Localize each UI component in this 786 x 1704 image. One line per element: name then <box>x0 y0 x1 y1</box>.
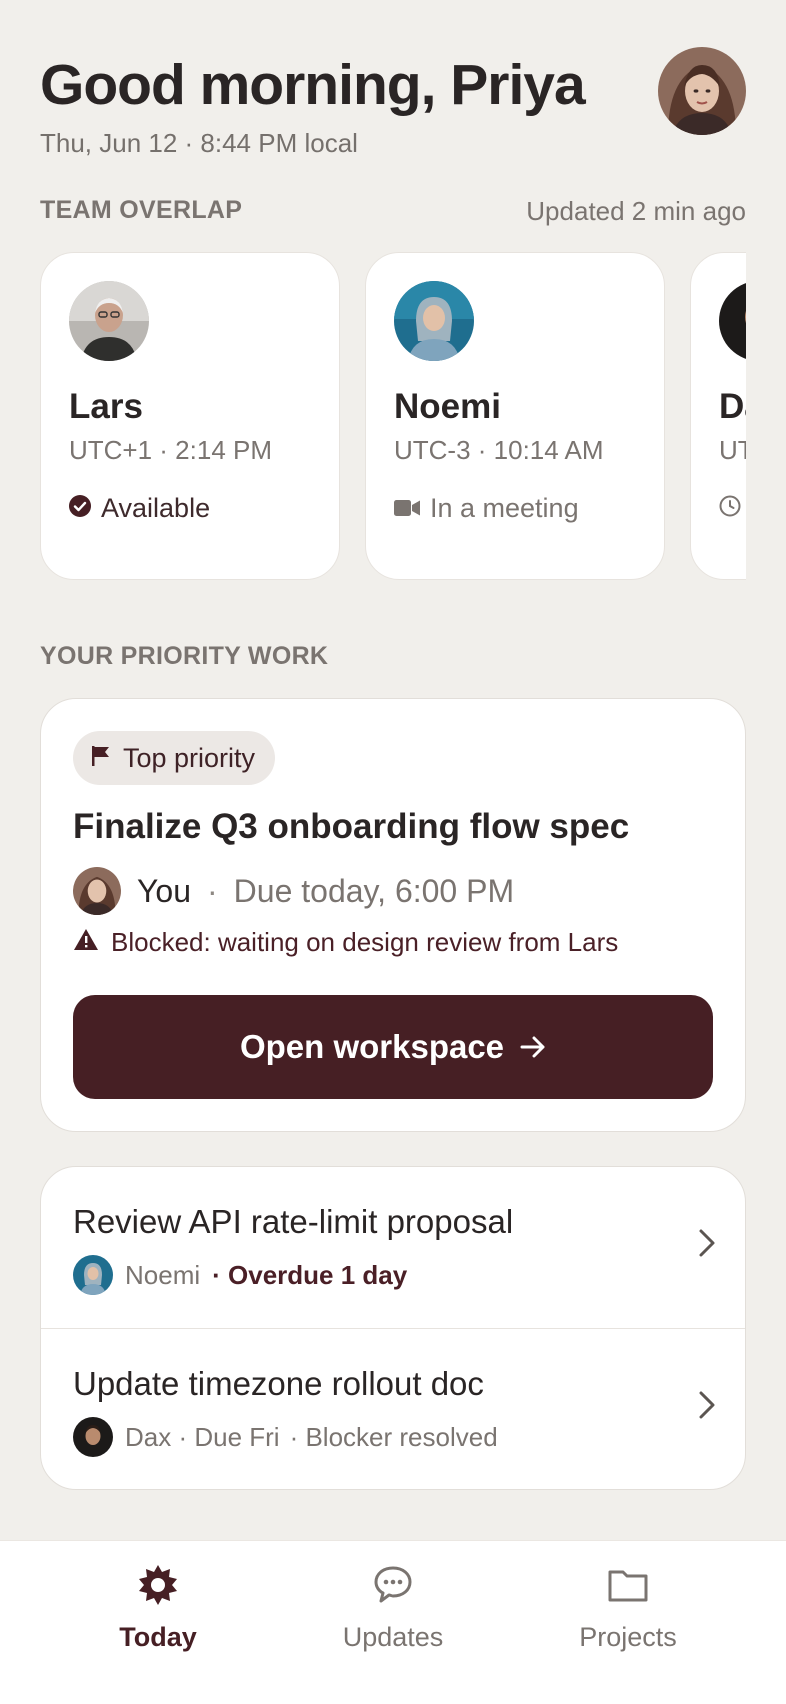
task-meta: Dax · Due Fri · Blocker resolved <box>73 1417 498 1457</box>
team-overlap-label: TEAM OVERLAP <box>40 196 243 224</box>
chevron-right-icon <box>697 1227 717 1264</box>
priority-task-title: Finalize Q3 onboarding flow spec <box>73 807 630 846</box>
team-card-noemi[interactable]: Noemi UTC-3 · 10:14 AM In a meeting <box>365 252 665 580</box>
nav-label: Today <box>119 1622 197 1652</box>
status-label: Available <box>101 493 211 523</box>
nav-label: Projects <box>579 1622 677 1652</box>
arrow-right-icon <box>520 1028 546 1066</box>
member-status <box>719 493 741 524</box>
member-local-time: UTC-3 · 10:14 AM <box>394 435 604 465</box>
team-overlap-carousel[interactable]: Lars UTC+1 · 2:14 PM Available Noemi UTC… <box>40 252 746 582</box>
team-card-lars[interactable]: Lars UTC+1 · 2:14 PM Available <box>40 252 340 580</box>
flag-icon <box>91 743 111 774</box>
chip-label: Top priority <box>123 742 256 773</box>
warning-icon <box>73 927 99 958</box>
check-circle-icon <box>69 493 91 524</box>
member-name: Lars <box>69 387 143 426</box>
priority-work-label: YOUR PRIORITY WORK <box>40 642 329 670</box>
avatar <box>73 1417 113 1457</box>
greeting-title: Good morning, Priya <box>40 53 586 117</box>
avatar <box>719 281 746 361</box>
avatar <box>73 1255 113 1295</box>
date-line: Thu, Jun 12 · 8:44 PM local <box>40 128 358 158</box>
task-title: Update timezone rollout doc <box>73 1365 484 1402</box>
task-owner: Noemi <box>125 1259 201 1290</box>
priority-task-card: Top priority Finalize Q3 onboarding flow… <box>40 698 746 1132</box>
folder-icon <box>606 1563 650 1614</box>
due-text: Due today, 6:00 PM <box>233 872 515 909</box>
member-name: Da <box>719 387 746 426</box>
member-name: Noemi <box>394 387 501 426</box>
task-title: Review API rate-limit proposal <box>73 1203 514 1240</box>
task-list: Review API rate-limit proposal Noemi · O… <box>40 1166 746 1490</box>
status-text: · Blocker resolved <box>289 1421 498 1452</box>
clock-icon <box>719 493 741 524</box>
status-label: In a meeting <box>430 493 579 523</box>
member-local-time: UT <box>719 435 746 465</box>
video-icon <box>394 493 420 524</box>
status-in-meeting: In a meeting <box>394 493 579 524</box>
updated-timestamp: Updated 2 min ago <box>526 196 746 226</box>
sun-icon <box>136 1563 180 1614</box>
nav-label: Updates <box>342 1622 444 1652</box>
today-screen: Good morning, Priya Thu, Jun 12 · 8:44 P… <box>0 0 786 1704</box>
task-meta: Noemi · Overdue 1 day <box>73 1255 407 1295</box>
open-workspace-button[interactable]: Open workspace <box>73 995 713 1099</box>
avatar <box>69 281 149 361</box>
nav-updates[interactable]: Updates <box>303 1563 483 1653</box>
bottom-navigation: Today Updates Projects <box>0 1540 786 1704</box>
list-item[interactable]: Review API rate-limit proposal Noemi · O… <box>41 1167 745 1329</box>
chat-bubble-icon <box>371 1563 415 1614</box>
chevron-right-icon <box>697 1389 717 1426</box>
top-priority-chip: Top priority <box>73 731 276 785</box>
avatar <box>394 281 474 361</box>
nav-today[interactable]: Today <box>68 1563 248 1653</box>
member-local-time: UTC+1 · 2:14 PM <box>69 435 273 465</box>
nav-projects[interactable]: Projects <box>538 1563 718 1653</box>
list-item[interactable]: Update timezone rollout doc Dax · Due Fr… <box>41 1329 745 1489</box>
owner-name: You <box>137 872 191 909</box>
priority-task-owner: You · Due today, 6:00 PM <box>73 867 514 915</box>
task-owner: Dax · Due Fri <box>125 1421 280 1452</box>
blocked-warning: Blocked: waiting on design review from L… <box>73 927 618 958</box>
team-card-partial[interactable]: Da UT <box>690 252 746 580</box>
status-available: Available <box>69 493 210 524</box>
profile-avatar[interactable] <box>658 47 746 135</box>
button-label: Open workspace <box>239 1028 505 1065</box>
blocked-text: Blocked: waiting on design review from L… <box>111 927 619 957</box>
status-badge: · Overdue 1 day <box>212 1259 408 1290</box>
avatar <box>73 867 121 915</box>
separator: · <box>207 872 218 909</box>
